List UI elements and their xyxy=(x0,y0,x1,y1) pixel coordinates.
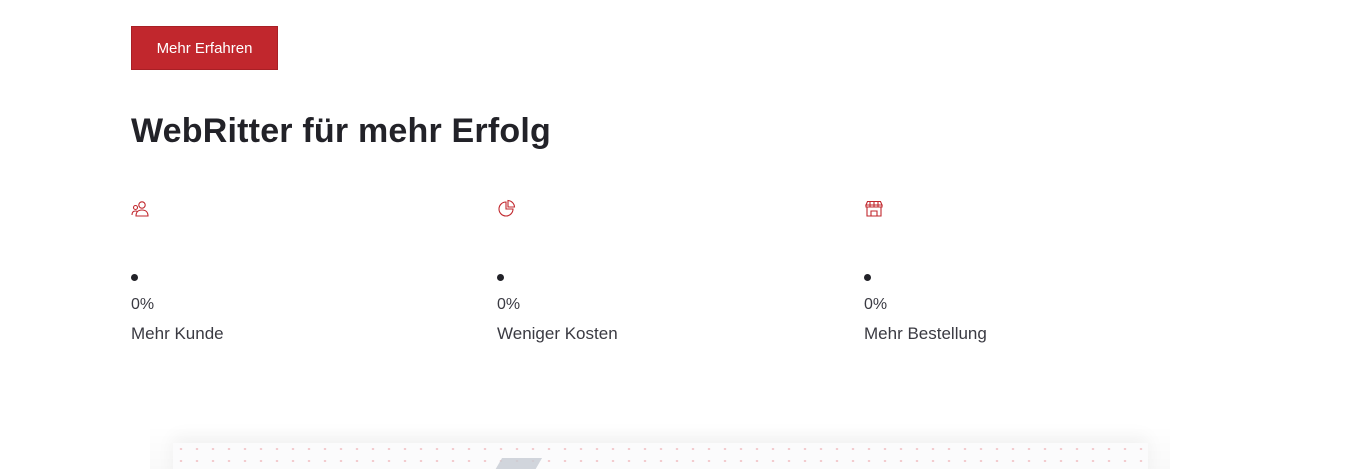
stat-costs: 0% Weniger Kosten xyxy=(497,199,827,343)
store-icon xyxy=(864,199,884,219)
stat-label: Mehr Kunde xyxy=(131,324,224,343)
stat-label: Weniger Kosten xyxy=(497,324,618,343)
preview-image xyxy=(173,443,1148,469)
pie-chart-icon xyxy=(497,199,517,219)
page: Mehr Erfahren WebRitter für mehr Erfolg … xyxy=(0,0,1366,469)
users-icon xyxy=(131,199,151,219)
mehr-erfahren-button[interactable]: Mehr Erfahren xyxy=(131,26,278,70)
stat-value: 0% xyxy=(497,296,521,313)
stat-label: Mehr Bestellung xyxy=(864,324,987,343)
stat-orders: 0% Mehr Bestellung xyxy=(864,199,1194,343)
stat-value: 0% xyxy=(864,296,888,313)
stat-bullet xyxy=(131,274,138,281)
preview-graphic xyxy=(493,458,543,469)
stat-bullet xyxy=(864,274,871,281)
stat-customers: 0% Mehr Kunde xyxy=(131,199,461,343)
section-title: WebRitter für mehr Erfolg xyxy=(131,112,551,150)
stat-bullet xyxy=(497,274,504,281)
stat-value: 0% xyxy=(131,296,155,313)
